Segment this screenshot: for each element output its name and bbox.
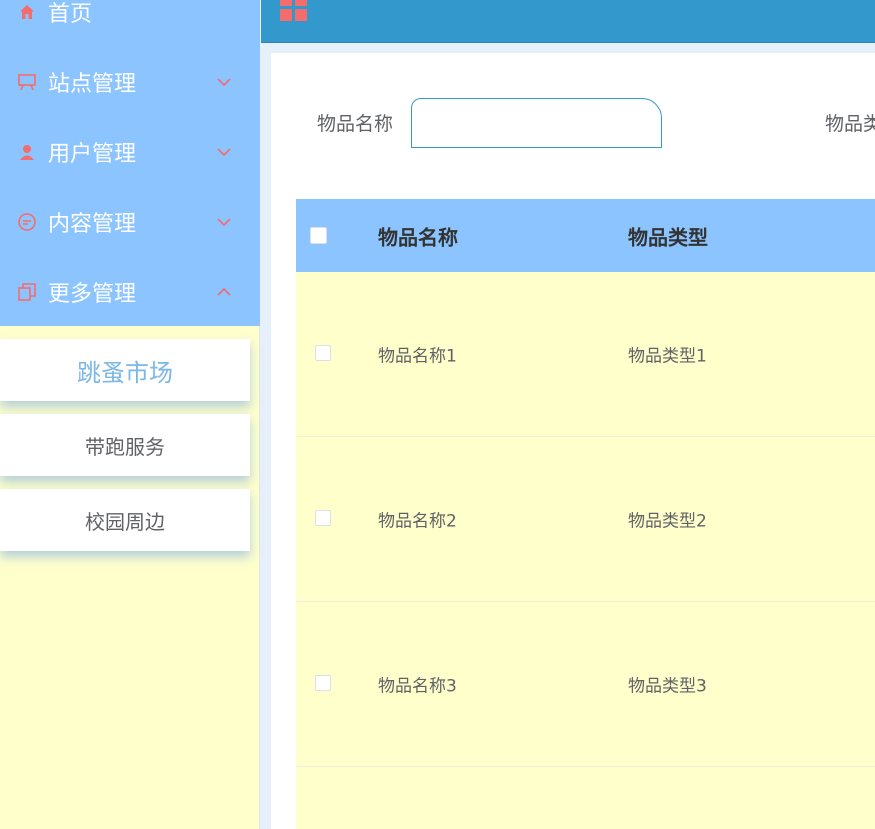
sidebar-menu: 首页 站点管理 用户管理 内容管理 更多管理 — [0, 0, 260, 326]
select-all-checkbox[interactable] — [310, 227, 327, 244]
row-checkbox[interactable] — [315, 345, 331, 361]
search-input-name[interactable] — [411, 98, 662, 148]
items-table: 物品名称 物品类型 物品名称1 物品类型1 物品名称2 物品类型2 物品名称3 … — [296, 199, 875, 829]
search-label-name: 物品名称 — [317, 113, 394, 135]
column-header-name[interactable]: 物品名称 — [378, 221, 458, 250]
home-icon — [17, 2, 37, 22]
content-panel: 物品名称 物品类 物品名称 物品类型 物品名称1 物品类型1 物品名称2 物品类… — [271, 53, 875, 829]
sidebar-item-more[interactable]: 更多管理 — [0, 257, 260, 327]
sidebar-item-users[interactable]: 用户管理 — [0, 117, 260, 187]
sidebar-item-content[interactable]: 内容管理 — [0, 187, 260, 257]
table-row[interactable]: 物品名称1 物品类型1 — [296, 272, 875, 437]
submenu-item-campus[interactable]: 校园周边 — [0, 489, 250, 551]
easel-icon — [17, 72, 37, 92]
chevron-down-icon — [216, 214, 232, 230]
chevron-down-icon — [216, 144, 232, 160]
grid-menu-icon[interactable] — [280, 0, 308, 22]
sidebar-item-label: 站点管理 — [48, 72, 137, 97]
sidebar-item-label: 内容管理 — [48, 212, 137, 237]
chevron-up-icon — [216, 284, 232, 300]
sidebar: 首页 站点管理 用户管理 内容管理 更多管理 跳蚤市场 带跑服务 校园周边 — [0, 0, 260, 829]
top-bar — [261, 0, 875, 43]
column-header-type[interactable]: 物品类型 — [628, 221, 708, 250]
user-icon — [17, 142, 37, 162]
search-label-type: 物品类 — [825, 113, 875, 135]
cell-type: 物品类型2 — [628, 511, 707, 532]
sidebar-item-label: 更多管理 — [48, 282, 137, 307]
chevron-down-icon — [216, 74, 232, 90]
cell-type: 物品类型1 — [628, 346, 707, 367]
submenu-item-run-service[interactable]: 带跑服务 — [0, 414, 250, 476]
sidebar-item-home[interactable]: 首页 — [0, 0, 260, 47]
cell-name: 物品名称2 — [378, 511, 457, 532]
chat-icon — [17, 212, 37, 232]
table-row[interactable]: 物品名称3 物品类型3 — [296, 602, 875, 767]
row-checkbox[interactable] — [315, 510, 331, 526]
cell-type: 物品类型3 — [628, 676, 707, 697]
copy-icon — [17, 282, 37, 302]
sidebar-item-site[interactable]: 站点管理 — [0, 47, 260, 117]
table-row[interactable]: 物品名称2 物品类型2 — [296, 437, 875, 602]
row-checkbox[interactable] — [315, 675, 331, 691]
submenu-item-flea-market[interactable]: 跳蚤市场 — [0, 339, 250, 401]
table-header: 物品名称 物品类型 — [296, 199, 875, 272]
cell-name: 物品名称3 — [378, 676, 457, 697]
sidebar-item-label: 用户管理 — [48, 142, 137, 167]
cell-name: 物品名称1 — [378, 346, 457, 367]
sidebar-item-label: 首页 — [48, 2, 93, 27]
